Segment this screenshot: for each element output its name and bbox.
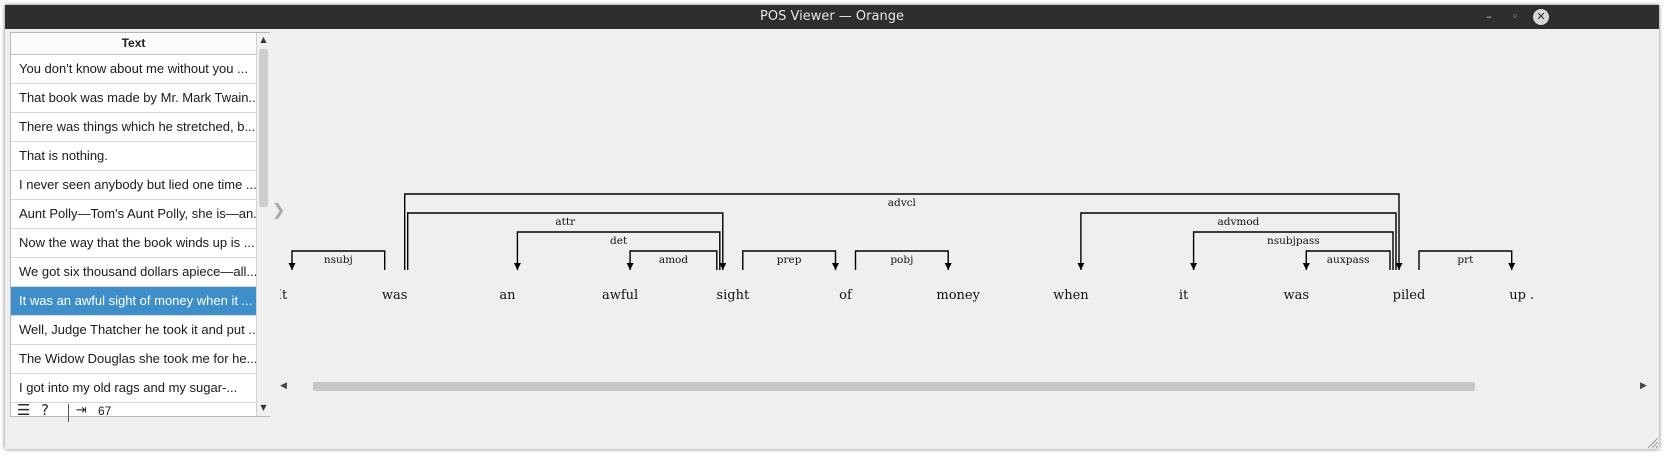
pos-viewer-window: POS Viewer — Orange – ◦ ✕ Text You don't…: [5, 5, 1659, 449]
arc-arrowhead: [944, 263, 952, 270]
dependency-view: It was an awful sight of money when it was piled up…: [280, 32, 1650, 392]
token-word: money: [936, 288, 980, 303]
resize-grip-icon[interactable]: [1645, 435, 1659, 449]
list-scroll-thumb[interactable]: [259, 49, 268, 207]
arc-label: prep: [777, 254, 802, 266]
token-word: up .: [1509, 288, 1534, 303]
scroll-right-arrow-icon[interactable]: ▶: [1640, 378, 1647, 394]
list-item[interactable]: You don't know about me without you ...: [11, 55, 256, 84]
arc-arrowhead: [1077, 263, 1085, 270]
token-word: an: [499, 288, 516, 303]
arc-label: auxpass: [1327, 254, 1370, 266]
close-button[interactable]: ✕: [1533, 9, 1549, 25]
maximize-button[interactable]: ◦: [1507, 9, 1523, 25]
arc-label: advcl: [888, 197, 917, 209]
arc-label: pobj: [890, 254, 913, 266]
arc-arrowhead: [626, 263, 634, 270]
list-item[interactable]: There was things which he stretched, b..…: [11, 113, 256, 142]
text-column-header[interactable]: Text: [11, 33, 256, 55]
window-title: POS Viewer — Orange: [760, 9, 904, 24]
token-word: awful: [602, 288, 638, 303]
dependency-parse-graph: It was an awful sight of money when it was piled up…: [280, 193, 1534, 303]
token-word: of: [839, 288, 853, 303]
arc-label: prt: [1457, 254, 1474, 266]
list-item[interactable]: It was an awful sight of money when it .…: [11, 287, 256, 316]
list-item[interactable]: I never seen anybody but lied one time .…: [11, 171, 256, 200]
arc-arrowhead: [832, 263, 839, 270]
list-item[interactable]: That is nothing.: [11, 142, 256, 171]
arc-label: advmod: [1217, 216, 1259, 228]
status-bar: ☰ ? ⇥ 67: [5, 397, 1659, 427]
arc-label: nsubjpass: [1267, 235, 1320, 247]
arc-arrowhead: [1190, 263, 1198, 270]
list-item[interactable]: Aunt Polly—Tom's Aunt Polly, she is—an..…: [11, 200, 256, 229]
arc-label: attr: [555, 216, 576, 228]
arc-arrowhead: [288, 263, 296, 270]
title-bar: POS Viewer — Orange – ◦ ✕: [5, 5, 1659, 29]
list-item[interactable]: That book was made by Mr. Mark Twain...: [11, 84, 256, 113]
arc-arrowhead: [513, 263, 521, 270]
help-question-icon[interactable]: ?: [41, 401, 49, 419]
token-word: it: [1179, 288, 1189, 303]
arc-label: amod: [659, 254, 689, 266]
arc-label: nsubj: [324, 254, 353, 266]
list-item[interactable]: The Widow Douglas she took me for he...: [11, 345, 256, 374]
token-word: was: [382, 288, 408, 303]
token-word: piled: [1393, 288, 1426, 303]
scroll-up-arrow-icon[interactable]: ▲: [257, 34, 270, 46]
token-word: sight: [716, 288, 750, 303]
input-data-icon[interactable]: ⇥: [76, 403, 87, 418]
status-separator: [68, 404, 69, 422]
arc-arrowhead: [1302, 263, 1310, 270]
token-word: when: [1053, 288, 1089, 303]
input-count: 67: [98, 404, 112, 418]
horizontal-scroll-thumb[interactable]: [313, 382, 1475, 391]
text-list: Text You don't know about me without you…: [10, 32, 270, 417]
token-word: It: [280, 288, 288, 303]
text-list-rows: You don't know about me without you ... T…: [11, 55, 256, 403]
horizontal-scrollbar[interactable]: ◀ ▶: [280, 378, 1650, 394]
list-item[interactable]: Well, Judge Thatcher he took it and put …: [11, 316, 256, 345]
minimize-button[interactable]: –: [1481, 9, 1497, 25]
token-word: was: [1284, 288, 1310, 303]
hamburger-menu-icon[interactable]: ☰: [17, 401, 30, 419]
list-vertical-scrollbar[interactable]: ▲ ▼: [256, 33, 270, 416]
arc-label: det: [610, 235, 628, 247]
list-item[interactable]: Now the way that the book winds up is ..…: [11, 229, 256, 258]
scroll-left-arrow-icon[interactable]: ◀: [280, 378, 287, 394]
arc-arrowhead: [1508, 263, 1516, 270]
list-item[interactable]: We got six thousand dollars apiece—all..…: [11, 258, 256, 287]
